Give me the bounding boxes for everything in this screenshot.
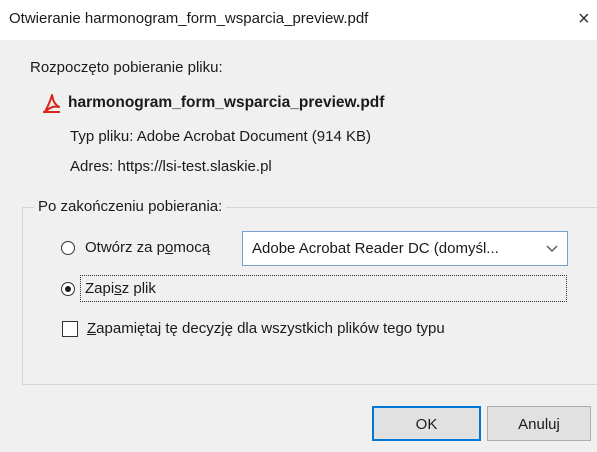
save-file-radio[interactable] <box>61 282 75 296</box>
open-with-radio[interactable] <box>61 241 75 255</box>
radio-selected-dot <box>65 286 71 292</box>
after-download-legend: Po zakończeniu pobierania: <box>34 198 227 215</box>
title-bar: Otwieranie harmonogram_form_wsparcia_pre… <box>0 0 597 40</box>
save-file-label[interactable]: Zapisz plik <box>85 280 156 297</box>
download-started-label: Rozpoczęto pobieranie pliku: <box>30 59 223 76</box>
pdf-icon <box>43 94 60 113</box>
app-select-value: Adobe Acrobat Reader DC (domyśl... <box>252 240 499 257</box>
open-with-label[interactable]: Otwórz za pomocą <box>85 239 210 256</box>
file-name: harmonogram_form_wsparcia_preview.pdf <box>68 94 385 111</box>
close-icon[interactable]: × <box>578 6 597 32</box>
cancel-button[interactable]: Anuluj <box>487 406 591 441</box>
app-select[interactable]: Adobe Acrobat Reader DC (domyśl... <box>242 231 568 266</box>
file-address-label: Adres: https://lsi-test.slaskie.pl <box>70 158 272 175</box>
file-type-label: Typ pliku: Adobe Acrobat Document (914 K… <box>70 128 372 145</box>
ok-button[interactable]: OK <box>372 406 481 441</box>
window-title: Otwieranie harmonogram_form_wsparcia_pre… <box>9 10 369 27</box>
chevron-down-icon <box>546 245 558 252</box>
remember-decision-checkbox[interactable] <box>62 321 78 337</box>
remember-decision-label[interactable]: Zapamiętaj tę decyzję dla wszystkich pli… <box>87 320 445 337</box>
